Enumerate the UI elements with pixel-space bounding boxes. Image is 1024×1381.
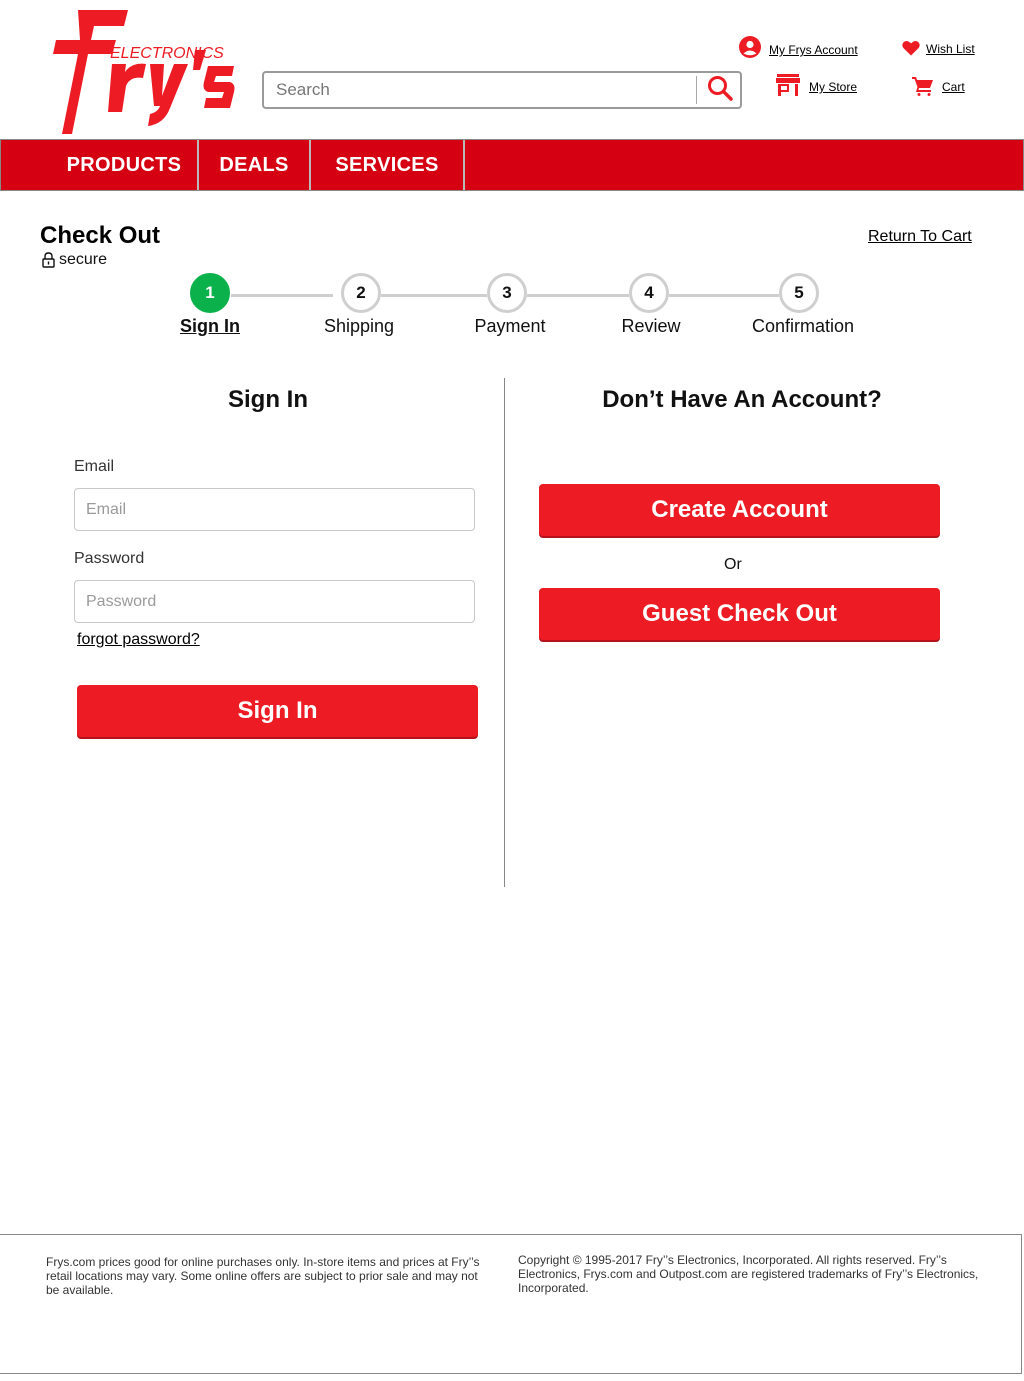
step-3-label: Payment — [474, 316, 546, 336]
my-store-label[interactable]: My Store — [809, 80, 857, 94]
step-4-circle: 4 — [629, 273, 669, 313]
secure-indicator: secure — [41, 251, 107, 269]
footer-copyright: Copyright © 1995-2017 Fry’’s Electronics… — [518, 1253, 979, 1295]
search-input[interactable] — [276, 73, 696, 107]
my-account-link[interactable]: My Frys Account — [739, 36, 858, 58]
return-to-cart-link[interactable]: Return To Cart — [868, 228, 972, 246]
step-number: 3 — [502, 283, 512, 302]
sign-in-button-label: Sign In — [237, 697, 318, 724]
my-store-link[interactable]: My Store — [776, 74, 857, 96]
step-connector — [527, 294, 629, 297]
no-account-heading: Don’t Have An Account? — [602, 386, 882, 413]
search-bar — [262, 71, 742, 109]
sign-in-heading: Sign In — [228, 386, 308, 413]
or-separator: Or — [724, 556, 742, 573]
site-header: ELECTRONICS My Frys Account — [0, 0, 1024, 140]
page-title: Check Out — [40, 222, 161, 249]
step-number: 2 — [356, 283, 366, 302]
nav-item-products[interactable]: PRODUCTS — [51, 140, 199, 190]
password-field[interactable] — [74, 580, 475, 623]
store-icon — [776, 74, 800, 96]
cart-icon — [912, 76, 934, 96]
my-account-label[interactable]: My Frys Account — [769, 43, 858, 57]
step-number: 5 — [794, 283, 804, 302]
step-number: 4 — [644, 283, 654, 302]
email-label: Email — [74, 458, 115, 475]
step-1-circle: 1 — [190, 273, 230, 313]
main-nav: PRODUCTS DEALS SERVICES — [0, 139, 1024, 191]
nav-item-label: PRODUCTS — [66, 153, 182, 176]
step-2-circle: 2 — [341, 273, 381, 313]
guest-checkout-label: Guest Check Out — [642, 600, 837, 627]
site-footer: Frys.com prices good for online purchase… — [0, 1234, 1022, 1374]
nav-item-deals[interactable]: DEALS — [199, 140, 311, 190]
password-label: Password — [74, 550, 145, 567]
cart-link[interactable]: Cart — [912, 76, 965, 96]
step-connector — [669, 294, 779, 297]
step-4-label: Review — [621, 316, 681, 336]
step-connector — [381, 294, 487, 297]
create-account-label: Create Account — [651, 496, 828, 523]
lock-icon — [41, 252, 56, 268]
heart-icon — [902, 40, 920, 56]
step-number: 1 — [205, 283, 215, 302]
create-account-button[interactable]: Create Account — [539, 484, 940, 536]
wish-list-link[interactable]: Wish List — [902, 40, 975, 56]
secure-label: secure — [59, 251, 108, 268]
nav-item-label: DEALS — [219, 153, 289, 176]
email-field[interactable] — [74, 488, 475, 531]
footer-pricing-note: Frys.com prices good for online purchase… — [46, 1255, 480, 1297]
nav-item-services[interactable]: SERVICES — [311, 140, 465, 190]
step-3-circle: 3 — [487, 273, 527, 313]
frys-logo[interactable]: ELECTRONICS — [50, 8, 240, 138]
search-divider — [696, 76, 697, 104]
guest-checkout-button[interactable]: Guest Check Out — [539, 588, 940, 640]
step-1-label: Sign In — [180, 316, 240, 336]
step-5-circle: 5 — [779, 273, 819, 313]
forgot-password-link[interactable]: forgot password? — [77, 631, 200, 649]
logo-subtext: ELECTRONICS — [110, 45, 224, 62]
step-connector — [231, 294, 333, 297]
step-2-label: Shipping — [323, 316, 395, 336]
cart-label[interactable]: Cart — [942, 80, 965, 94]
wish-list-label[interactable]: Wish List — [926, 42, 975, 56]
search-icon — [707, 75, 733, 106]
sign-in-button[interactable]: Sign In — [77, 685, 478, 737]
column-divider — [504, 378, 505, 887]
search-button[interactable] — [700, 73, 740, 107]
step-5-label: Confirmation — [751, 316, 855, 336]
account-circle-icon — [739, 36, 761, 58]
nav-item-label: SERVICES — [335, 153, 439, 176]
